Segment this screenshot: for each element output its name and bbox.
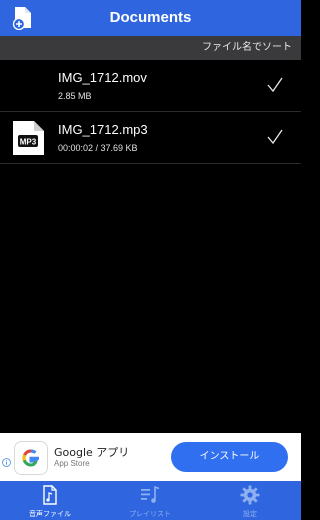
mp3-thumb-label: MP3	[20, 138, 37, 147]
header: Documents	[0, 0, 301, 36]
tab-playlist[interactable]: プレイリスト	[100, 481, 200, 520]
sort-bar: ファイル名でソート	[0, 36, 301, 60]
info-icon[interactable]	[2, 458, 11, 467]
checkmark-icon	[267, 129, 283, 145]
file-name: IMG_1712.mov	[58, 70, 147, 85]
file-name: IMG_1712.mp3	[58, 122, 148, 137]
mp3-file-icon: MP3	[13, 121, 44, 155]
file-row[interactable]: MP3 IMG_1712.mp3 00:00:02 / 37.69 KB	[0, 112, 301, 164]
file-thumbnail	[10, 69, 44, 103]
playlist-icon	[141, 485, 160, 503]
ad-banner[interactable]: Google アプリ App Store インストール	[0, 433, 301, 481]
tab-bar: 音声ファイル プレイリスト 設定	[0, 481, 301, 520]
sort-by-name-button[interactable]: ファイル名でソート	[202, 36, 292, 60]
install-button[interactable]: インストール	[171, 442, 288, 472]
tab-label: プレイリスト	[129, 510, 171, 518]
row-divider	[0, 163, 301, 164]
checkmark-icon	[267, 77, 283, 93]
tab-label: 設定	[243, 510, 257, 518]
file-row[interactable]: IMG_1712.mov 2.85 MB	[0, 60, 301, 112]
tab-label: 音声ファイル	[29, 510, 71, 518]
audio-file-icon	[43, 485, 57, 505]
file-meta: 00:00:02 / 37.69 KB	[58, 143, 138, 153]
file-meta: 2.85 MB	[58, 91, 92, 101]
ad-app-store: App Store	[54, 459, 90, 468]
tab-settings[interactable]: 設定	[200, 481, 300, 520]
ad-app-name: Google アプリ	[54, 446, 130, 459]
gear-icon	[240, 485, 260, 505]
tab-audio-files[interactable]: 音声ファイル	[0, 481, 100, 520]
google-logo-icon	[14, 441, 48, 475]
page-title: Documents	[109, 9, 192, 26]
